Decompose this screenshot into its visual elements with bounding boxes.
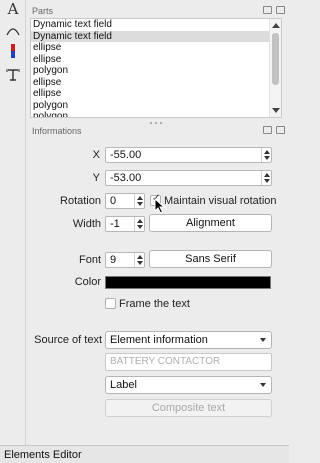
arc-tool-icon[interactable] <box>4 22 22 40</box>
color-label: Color <box>74 276 101 288</box>
y-label: Y <box>92 172 100 184</box>
parts-list-item[interactable]: polygon <box>31 100 281 112</box>
mouse-cursor-icon <box>154 197 166 217</box>
width-label: Width <box>72 218 101 230</box>
element-info-field[interactable]: BATTERY CONTACTOR <box>105 353 272 371</box>
close-panel-icon[interactable] <box>276 6 285 14</box>
status-text: Elements Editor <box>4 449 82 461</box>
terminal-tool-icon[interactable] <box>4 42 22 60</box>
source-of-text-label: Source of text <box>34 334 102 346</box>
parts-list-item[interactable]: ellipse <box>31 88 281 100</box>
x-stepper[interactable] <box>261 148 271 162</box>
parts-list-item[interactable]: polygon <box>31 65 281 77</box>
parts-panel-header: Parts <box>28 4 287 18</box>
elements-editor-window: A Parts Dynamic text field Dynamic text f… <box>0 0 289 463</box>
width-stepper[interactable] <box>134 217 144 231</box>
width-value: -1 <box>110 218 120 230</box>
font-size-stepper[interactable] <box>134 253 144 267</box>
font-size-value: 9 <box>110 254 117 266</box>
chevron-down-icon <box>260 383 266 387</box>
informations-title: Informations <box>32 126 82 136</box>
x-label: X <box>92 149 100 161</box>
composite-text-button[interactable]: Composite text <box>105 399 272 417</box>
info-label-value: Label <box>110 379 137 391</box>
scroll-thumb[interactable] <box>272 33 279 85</box>
parts-list-item[interactable]: polygon <box>31 111 281 117</box>
float-panel-icon[interactable] <box>263 126 272 134</box>
rotation-stepper[interactable] <box>134 194 144 208</box>
parts-list-item[interactable]: Dynamic text field <box>31 19 281 31</box>
info-label-select[interactable]: Label <box>105 376 272 394</box>
parts-list-item[interactable]: Dynamic text field <box>31 30 281 42</box>
y-stepper[interactable] <box>261 171 271 185</box>
y-value: -53.00 <box>110 172 142 184</box>
frame-text-checkbox[interactable] <box>105 298 116 309</box>
alignment-button[interactable]: Alignment <box>149 214 272 232</box>
x-value: -55.00 <box>110 149 142 161</box>
parts-list-item[interactable]: ellipse <box>31 77 281 89</box>
width-spinbox[interactable]: -1 <box>105 216 145 232</box>
close-panel-icon[interactable] <box>276 126 285 134</box>
font-family-button[interactable]: Sans Serif <box>149 250 272 268</box>
source-of-text-value: Element information <box>110 334 208 346</box>
parts-title: Parts <box>32 6 54 16</box>
parts-list-item[interactable]: ellipse <box>31 54 281 66</box>
chevron-down-icon <box>260 338 266 342</box>
dynamic-text-tool-icon[interactable] <box>4 66 22 84</box>
x-spinbox[interactable]: -55.00 <box>105 147 272 163</box>
parts-scrollbar[interactable] <box>269 19 281 117</box>
text-tool-icon[interactable]: A <box>4 0 22 18</box>
informations-panel-header: Informations <box>28 124 287 138</box>
font-label: Font <box>78 254 101 266</box>
maintain-rotation-label: Maintain visual rotation <box>164 195 277 207</box>
rotation-spinbox[interactable]: 0 <box>105 193 145 209</box>
rotation-label: Rotation <box>60 195 101 207</box>
scroll-up-icon[interactable] <box>272 23 280 28</box>
status-bar: Elements Editor <box>0 445 289 463</box>
parts-list[interactable]: Dynamic text field Dynamic text field elli… <box>30 18 282 118</box>
scroll-down-icon[interactable] <box>272 108 280 113</box>
float-panel-icon[interactable] <box>263 6 272 14</box>
element-info-placeholder: BATTERY CONTACTOR <box>110 356 221 367</box>
font-size-spinbox[interactable]: 9 <box>105 252 145 268</box>
tool-palette: A <box>0 0 26 445</box>
frame-text-label: Frame the text <box>119 298 190 310</box>
rotation-value: 0 <box>110 195 117 207</box>
source-of-text-select[interactable]: Element information <box>105 331 272 349</box>
parts-list-item[interactable]: ellipse <box>31 42 281 54</box>
color-swatch-button[interactable] <box>105 276 271 289</box>
y-spinbox[interactable]: -53.00 <box>105 170 272 186</box>
